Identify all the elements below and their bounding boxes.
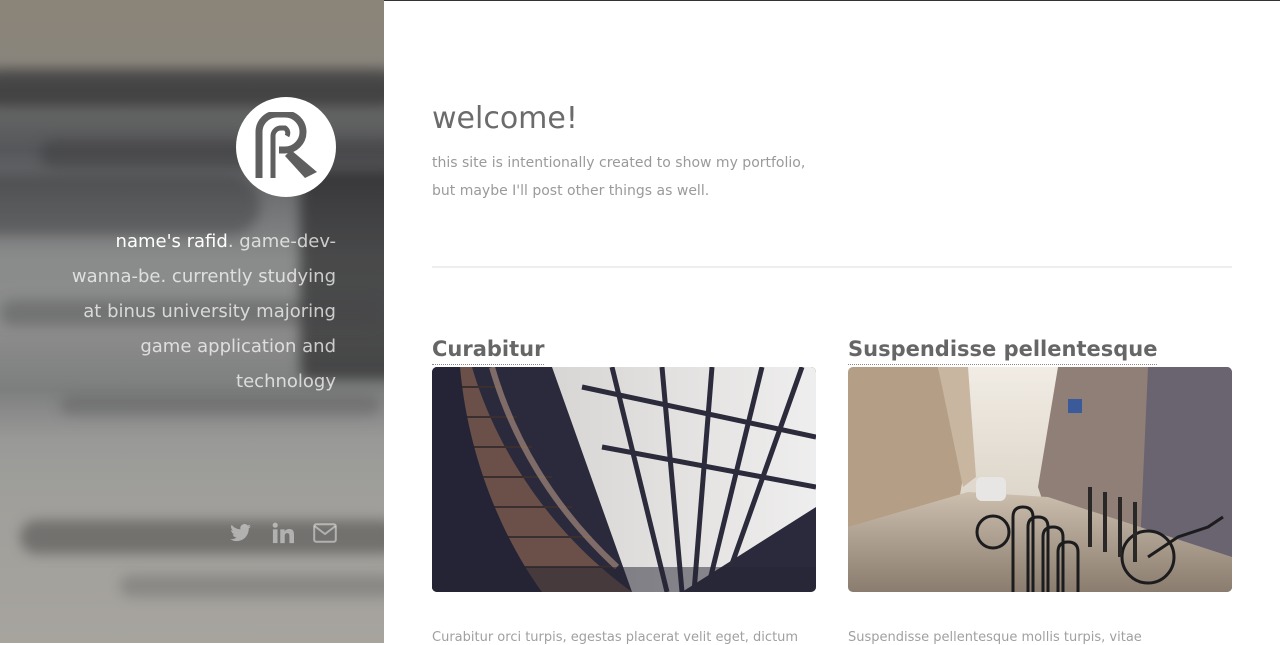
background-blur bbox=[120, 575, 384, 597]
bio: name's rafid. game-dev-wanna-be. current… bbox=[56, 224, 336, 399]
welcome-text: this site is intentionally created to sh… bbox=[432, 149, 852, 205]
linkedin-link[interactable] bbox=[270, 520, 296, 546]
sidebar: name's rafid. game-dev-wanna-be. current… bbox=[0, 0, 384, 643]
post-card: Curabitur Curabitur orci turpis, egestas… bbox=[432, 335, 816, 645]
linkedin-icon bbox=[272, 522, 294, 544]
rafid-logo-icon bbox=[255, 112, 317, 178]
welcome-line: but maybe I'll post other things as well… bbox=[432, 183, 710, 199]
background-blur bbox=[0, 70, 384, 106]
social-links bbox=[228, 520, 338, 546]
post-card: Suspendisse pellentesque Suspendisse pel… bbox=[848, 335, 1232, 645]
post-title-link[interactable]: Suspendisse pellentesque bbox=[848, 335, 1158, 365]
bio-name: name's rafid bbox=[115, 231, 228, 252]
twitter-icon bbox=[230, 524, 251, 542]
divider bbox=[432, 266, 1232, 268]
post-image-street[interactable] bbox=[848, 367, 1232, 592]
post-image-library[interactable] bbox=[432, 367, 816, 592]
envelope-icon bbox=[313, 523, 337, 543]
email-link[interactable] bbox=[312, 520, 338, 546]
city-street-bicycles-photo bbox=[848, 367, 1232, 592]
library-bookshelves-photo bbox=[432, 367, 816, 592]
avatar[interactable] bbox=[236, 97, 336, 197]
page-title: welcome! bbox=[432, 101, 578, 136]
bio-text: . game-dev-wanna-be. currently studying … bbox=[71, 231, 336, 392]
twitter-link[interactable] bbox=[228, 520, 254, 546]
welcome-line: this site is intentionally created to sh… bbox=[432, 155, 806, 171]
main-content: welcome! this site is intentionally crea… bbox=[384, 0, 1280, 645]
post-title-link[interactable]: Curabitur bbox=[432, 335, 545, 365]
